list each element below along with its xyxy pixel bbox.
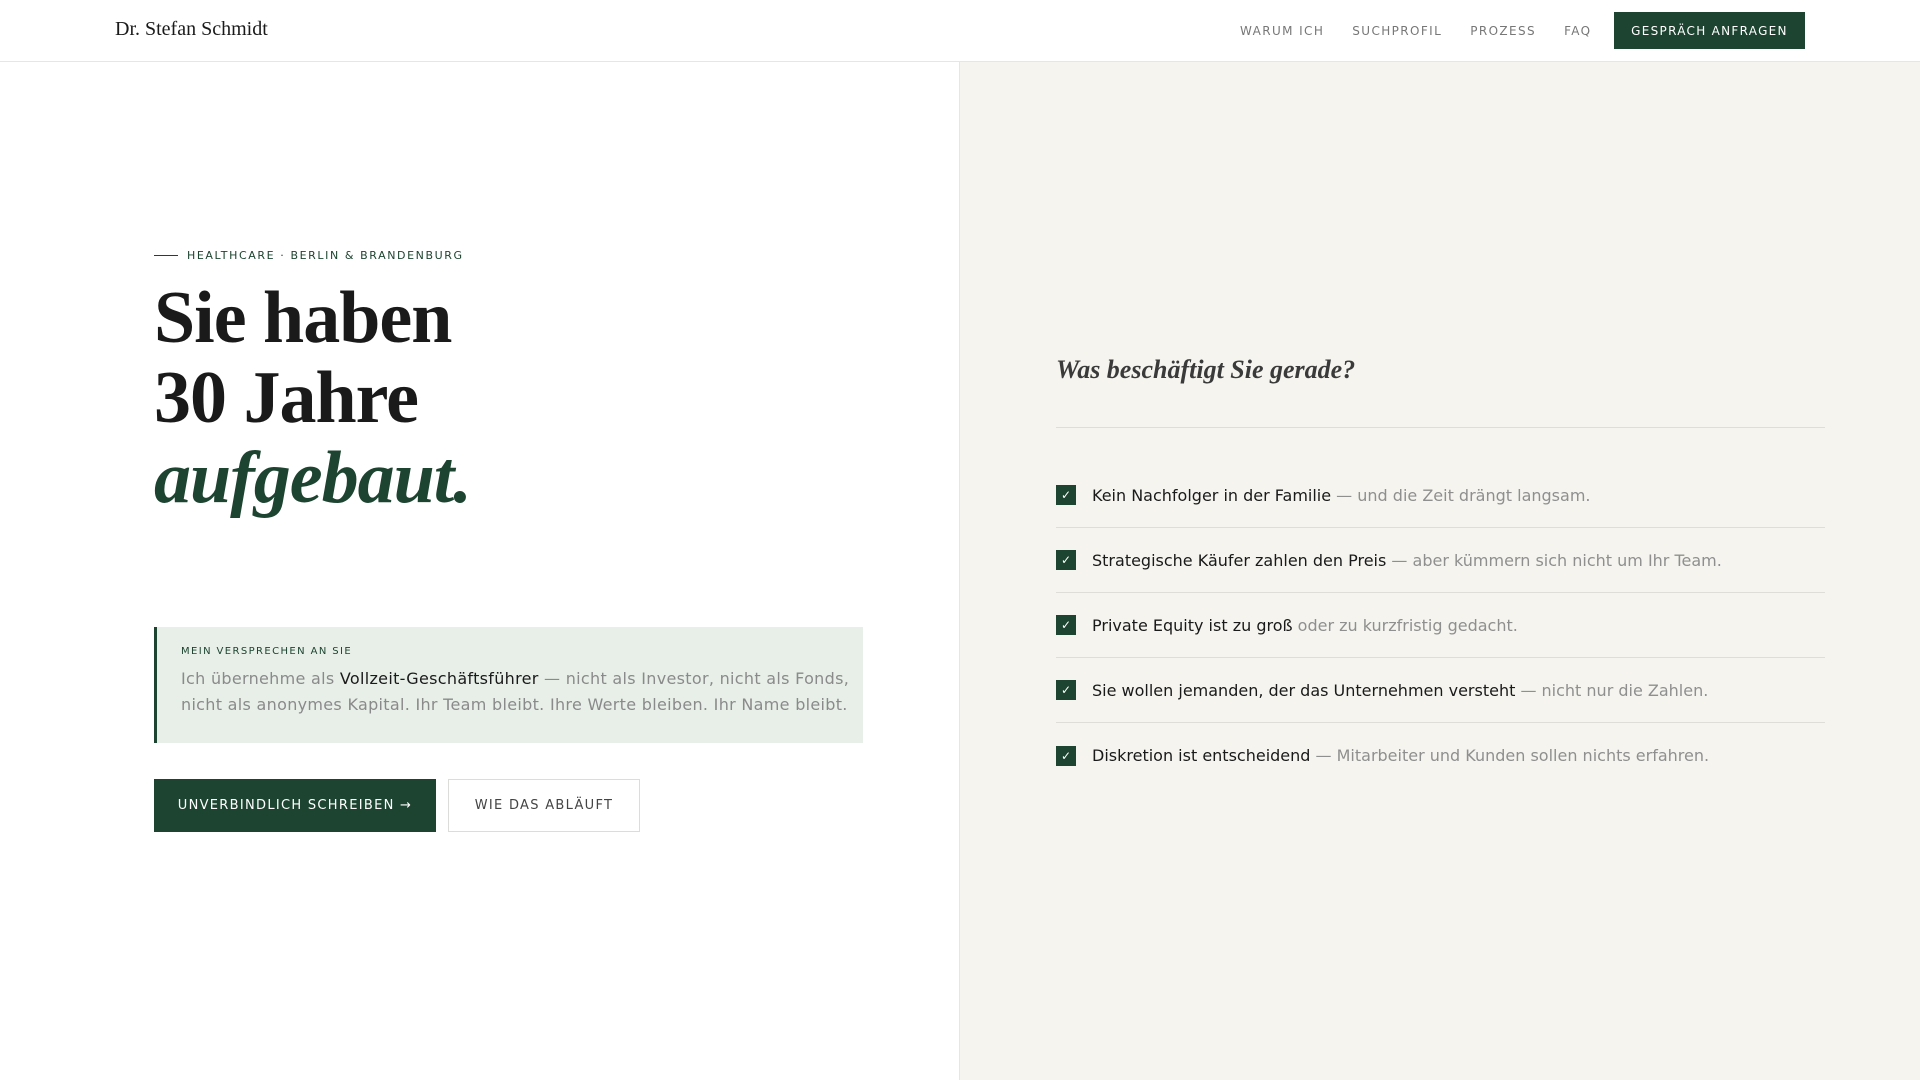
hero-headline: Sie haben 30 Jahre aufgebaut. xyxy=(154,277,472,519)
item-muted: — Mitarbeiter und Kunden sollen nichts e… xyxy=(1310,746,1710,765)
promise-label: MEIN VERSPRECHEN AN SIE xyxy=(181,646,353,657)
item-strong: Strategische Käufer zahlen den Preis xyxy=(1092,550,1387,570)
item-muted: — nicht nur die Zahlen. xyxy=(1515,680,1709,700)
list-item: ✓ Diskretion ist entscheidend — Mitarbei… xyxy=(1056,723,1825,788)
promise-text-before: Ich übernehme als xyxy=(181,669,340,688)
nav-link-suchprofil[interactable]: SUCHPROFIL xyxy=(1352,24,1442,38)
checkbox-icon: ✓ xyxy=(1056,680,1076,700)
item-strong: Diskretion ist entscheidend xyxy=(1092,746,1311,765)
promise-text-strong: Vollzeit-Geschäftsführer xyxy=(339,669,539,688)
item-strong: Sie wollen jemanden, der das Unternehmen… xyxy=(1092,680,1516,700)
list-item: ✓ Kein Nachfolger in der Familie — und d… xyxy=(1056,463,1825,528)
hero-panel xyxy=(0,62,959,1080)
write-button[interactable]: UNVERBINDLICH SCHREIBEN → xyxy=(154,779,436,832)
headline-line-2: 30 Jahre xyxy=(154,357,419,439)
concerns-list: ✓ Kein Nachfolger in der Familie — und d… xyxy=(1056,463,1825,788)
headline-line-3: aufgebaut. xyxy=(154,437,472,519)
item-muted: — und die Zeit drängt langsam. xyxy=(1331,485,1591,505)
site-header: Dr. Stefan Schmidt WARUM ICH SUCHPROFIL … xyxy=(0,0,1920,62)
list-item: ✓ Sie wollen jemanden, der das Unternehm… xyxy=(1056,658,1825,723)
hero-eyebrow: HEALTHCARE · BERLIN & BRANDENBURG xyxy=(154,249,464,262)
promise-text: Ich übernehme als Vollzeit-Geschäftsführ… xyxy=(181,666,863,718)
item-muted: oder zu kurzfristig gedacht. xyxy=(1292,615,1518,635)
checkbox-icon: ✓ xyxy=(1056,615,1076,635)
item-strong: Private Equity ist zu groß xyxy=(1092,615,1293,635)
nav-link-warum-ich[interactable]: WARUM ICH xyxy=(1240,24,1324,38)
list-item: ✓ Strategische Käufer zahlen den Preis —… xyxy=(1056,528,1825,593)
promise-box: MEIN VERSPRECHEN AN SIE Ich übernehme al… xyxy=(154,627,863,743)
nav-link-faq[interactable]: FAQ xyxy=(1564,24,1591,38)
list-item: ✓ Private Equity ist zu groß oder zu kur… xyxy=(1056,593,1825,658)
how-it-works-button[interactable]: WIE DAS ABLÄUFT xyxy=(448,779,640,832)
checkbox-icon: ✓ xyxy=(1056,485,1076,505)
eyebrow-text: HEALTHCARE · BERLIN & BRANDENBURG xyxy=(187,249,464,262)
item-muted: — aber kümmern sich nicht um Ihr Team. xyxy=(1386,550,1722,570)
divider xyxy=(1056,427,1825,428)
checkbox-icon: ✓ xyxy=(1056,745,1076,766)
main-nav: WARUM ICH SUCHPROFIL PROZESS FAQ xyxy=(1240,24,1620,38)
checkbox-icon: ✓ xyxy=(1056,550,1076,570)
item-strong: Kein Nachfolger in der Familie xyxy=(1092,485,1332,505)
nav-link-prozess[interactable]: PROZESS xyxy=(1470,24,1536,38)
request-call-button[interactable]: GESPRÄCH ANFRAGEN xyxy=(1614,12,1805,49)
brand-logo[interactable]: Dr. Stefan Schmidt xyxy=(115,18,268,41)
eyebrow-line xyxy=(154,255,178,256)
concerns-question: Was beschäftigt Sie gerade? xyxy=(1056,355,1356,384)
headline-line-1: Sie haben xyxy=(154,277,452,359)
